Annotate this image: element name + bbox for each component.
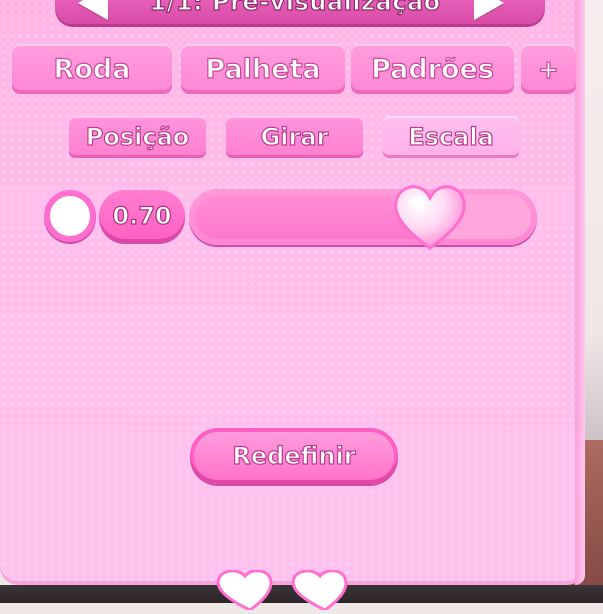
tab-patterns[interactable]: Padrões bbox=[351, 44, 514, 94]
slider-track-inner bbox=[195, 195, 531, 239]
scale-value: 0.70 bbox=[112, 201, 172, 230]
tab-wheel[interactable]: Roda bbox=[12, 44, 172, 94]
tab-label: Padrões bbox=[370, 53, 494, 85]
panel-edge bbox=[575, 0, 585, 585]
plus-icon: + bbox=[537, 54, 559, 84]
bottom-hearts-icon bbox=[205, 569, 385, 612]
tab-rotate[interactable]: Girar bbox=[226, 116, 363, 158]
tab-scale[interactable]: Escala bbox=[383, 116, 519, 158]
subtab-label: Girar bbox=[260, 122, 329, 151]
next-arrow-icon[interactable] bbox=[474, 0, 504, 20]
tab-label: Roda bbox=[53, 53, 131, 85]
heart-slider-handle-icon[interactable] bbox=[392, 182, 468, 252]
subtab-label: Escala bbox=[408, 122, 495, 151]
tab-position[interactable]: Posição bbox=[69, 116, 206, 158]
scale-slider[interactable] bbox=[189, 189, 537, 245]
scale-value-box[interactable]: 0.70 bbox=[99, 190, 185, 242]
reset-label: Redefinir bbox=[232, 441, 356, 470]
add-tab-button[interactable]: + bbox=[521, 44, 576, 94]
tab-label: Palheta bbox=[205, 53, 321, 85]
page-title: 1/1: Pré-visualização bbox=[149, 0, 441, 17]
reset-button[interactable]: Redefinir bbox=[190, 428, 398, 484]
scale-toggle[interactable] bbox=[44, 190, 96, 242]
tab-palette[interactable]: Palheta bbox=[181, 44, 345, 94]
subtab-label: Posição bbox=[85, 122, 190, 151]
previous-arrow-icon[interactable] bbox=[78, 0, 108, 20]
